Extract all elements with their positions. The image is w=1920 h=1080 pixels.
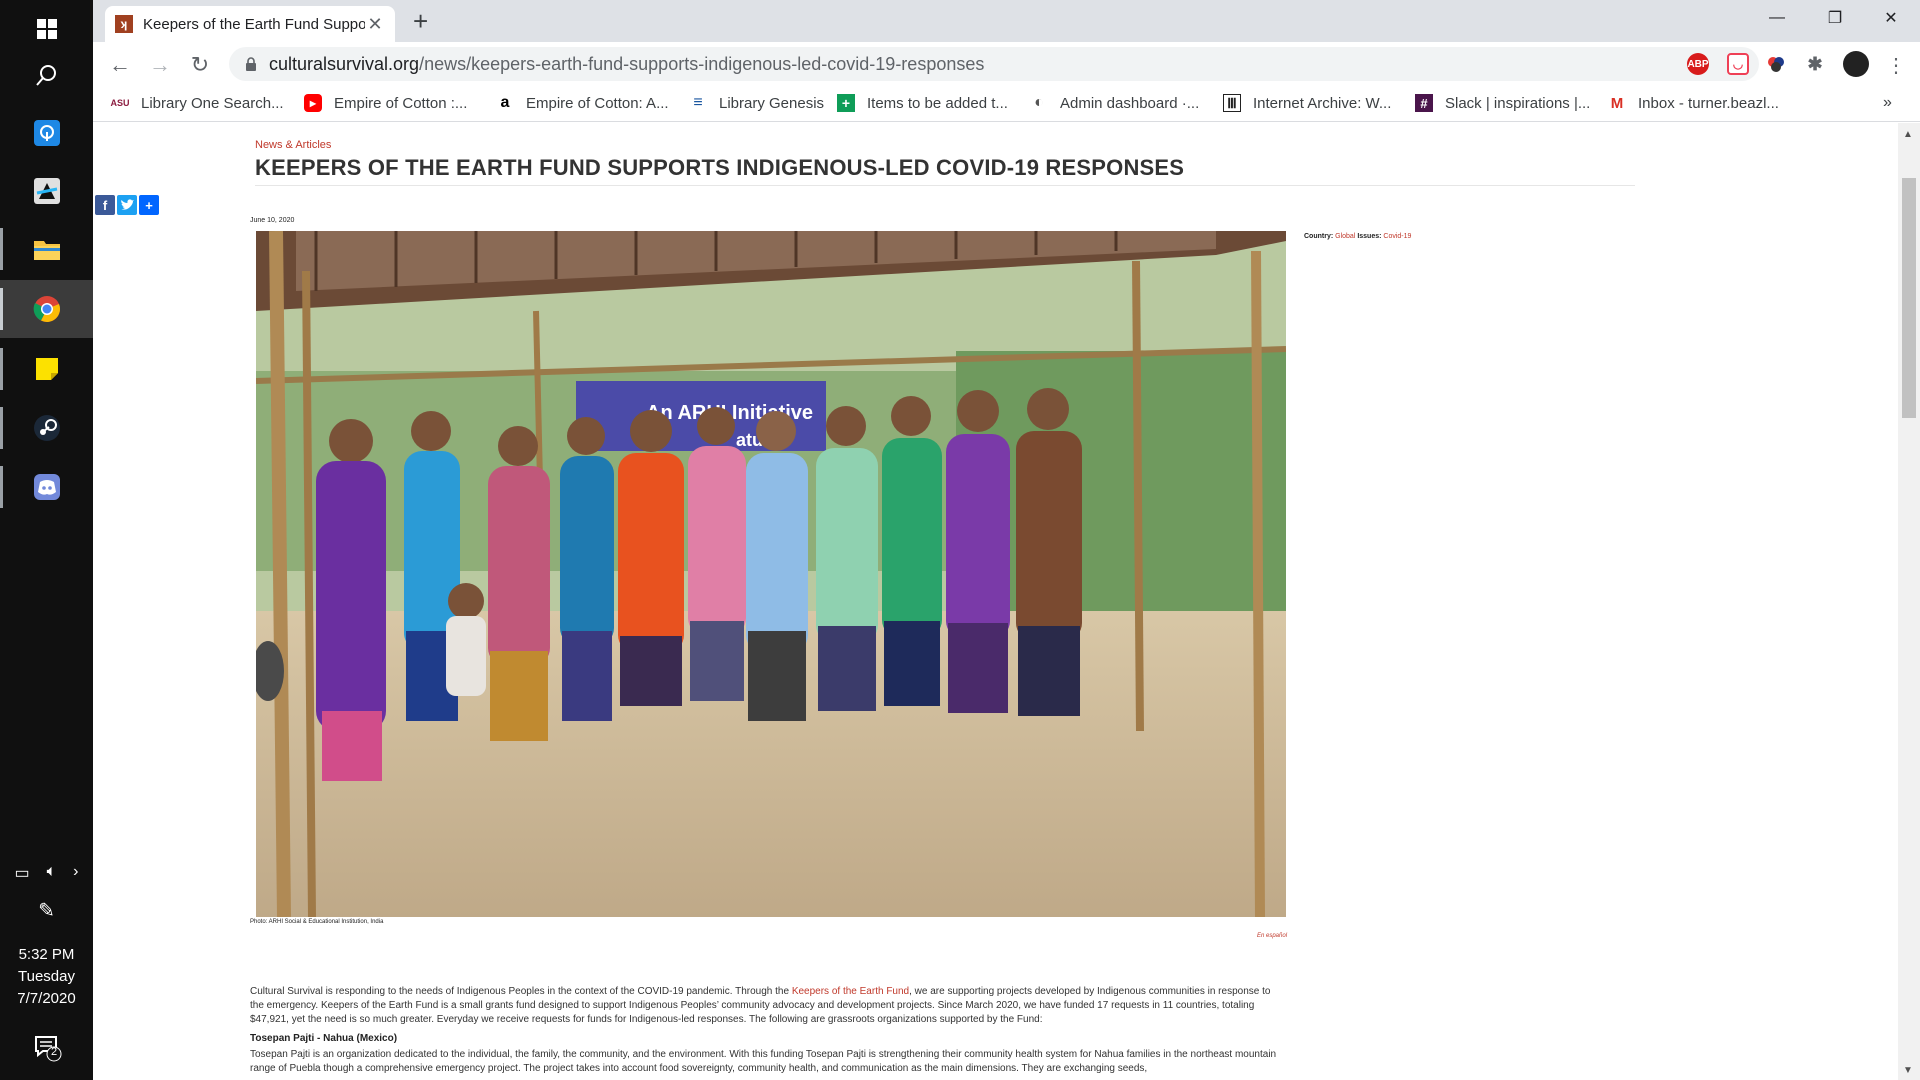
pocket-icon[interactable]: ◡ [1727,53,1749,75]
bookmark-label: Admin dashboard ·... [1060,94,1200,112]
paragraph-text: Cultural Survival is responding to the n… [250,986,792,997]
close-tab-icon[interactable]: ✕ [365,14,385,35]
photo-scene: An ARHI Initiative atur [256,231,1286,917]
bookmark-label: Empire of Cotton: A... [526,94,669,112]
clock-date: 7/7/2020 [17,990,76,1007]
facebook-icon[interactable]: f [95,195,115,215]
clock-day: Tuesday [18,968,75,985]
tab-title: Keepers of the Earth Fund Suppo [143,15,365,33]
reload-icon[interactable]: ↻ [187,52,213,78]
avatar[interactable] [1843,51,1869,77]
article-photo: An ARHI Initiative atur [256,231,1286,917]
adblock-plus-icon[interactable]: ABP [1687,53,1709,75]
issues-label: Issues: [1357,233,1382,240]
address-bar[interactable]: culturalsurvival.org/news/keepers-earth-… [229,47,1759,81]
scroll-down-icon[interactable]: ▼ [1903,1065,1913,1076]
bookmark-label: Library One Search... [141,94,284,112]
scroll-up-icon[interactable]: ▲ [1903,129,1913,140]
extension-icon[interactable] [1765,53,1787,75]
bookmark-label: Inbox - turner.beazl... [1638,94,1779,112]
chevron-right-icon[interactable]: › [73,863,78,883]
bookmark-item[interactable]: ▶ Empire of Cotton :... [304,94,467,112]
article-meta: Country: Global Issues: Covid-19 [1304,233,1411,240]
spanish-link[interactable]: En español [1257,933,1287,939]
action-center-icon[interactable]: 2 [34,1034,62,1062]
system-tray: ▭ 🔈︎ › [0,863,93,883]
web-page: News & Articles KEEPERS OF THE EARTH FUN… [93,123,1898,1080]
bookmark-label: Slack | inspirations |... [1445,94,1591,112]
tab-active[interactable]: ʞ Keepers of the Earth Fund Suppo ✕ [105,6,395,42]
clock-time: 5:32 PM [18,946,75,963]
amazon-icon: a [500,94,510,111]
volume-icon[interactable]: 🔈︎ [47,863,57,883]
photo-caption: Photo: ARHI Social & Educational Institu… [250,919,384,925]
browser-toolbar: ← → ↻ culturalsurvival.org/news/keepers-… [93,42,1920,86]
bookmarks-bar: ASU Library One Search... ▶ Empire of Co… [93,86,1920,122]
article-kicker[interactable]: News & Articles [255,139,331,151]
bookmark-item[interactable]: a Empire of Cotton: A... [496,94,669,112]
org-title: Tosepan Pajti - Nahua (Mexico) [250,1033,398,1044]
file-explorer-icon[interactable] [0,220,93,278]
tab-strip: ʞ Keepers of the Earth Fund Suppo ✕ + — … [93,0,1920,42]
remote-desktop-icon[interactable] [0,104,93,162]
bookmark-item[interactable]: ≡ Library Genesis [689,94,824,112]
org-paragraph: Tosepan Pajti is an organization dedicat… [250,1049,1277,1074]
app-icon[interactable] [0,162,93,220]
twitter-icon[interactable] [117,195,137,215]
bookmark-item[interactable]: + Items to be added t... [837,94,1008,112]
page-title: KEEPERS OF THE EARTH FUND SUPPORTS INDIG… [255,155,1185,180]
restore-button[interactable]: ❐ [1807,0,1863,36]
site-favicon-icon: ʞ [115,15,133,33]
windows-taskbar: ▭ 🔈︎ › ✎ 5:32 PM Tuesday 7/7/2020 2 [0,0,93,1080]
url-path: /news/keepers-earth-fund-supports-indige… [419,53,985,74]
asu-icon: ASU [110,98,130,108]
country-label: Country: [1304,233,1334,240]
minimize-button[interactable]: — [1749,0,1805,36]
clock[interactable]: 5:32 PM Tuesday 7/7/2020 [0,944,93,1010]
slack-icon: # [1415,94,1433,112]
url-host: culturalsurvival.org [269,53,420,74]
battery-icon[interactable]: ▭ [14,863,29,883]
puzzle-icon[interactable]: ✱ [1804,53,1826,75]
sticky-notes-icon[interactable] [0,340,93,398]
close-window-button[interactable]: ✕ [1863,0,1919,36]
sheets-icon: + [837,94,855,112]
search-icon[interactable] [0,46,93,104]
bookmark-item[interactable]: ◐ Admin dashboard ·... [1030,94,1199,112]
issues-link[interactable]: Covid-19 [1383,233,1411,240]
publish-date: June 10, 2020 [250,217,295,224]
chrome-icon[interactable] [0,280,93,338]
more-bookmarks-icon[interactable]: » [1883,94,1892,112]
lock-icon[interactable] [245,56,257,72]
scroll-thumb[interactable] [1902,178,1916,418]
back-icon[interactable]: ← [107,52,133,78]
divider [255,185,1635,186]
gmail-icon: M [1610,94,1624,112]
bookmark-label: Library Genesis [719,94,825,112]
share-plus-icon[interactable]: + [139,195,159,215]
keepers-fund-link[interactable]: Keepers of the Earth Fund [792,986,909,997]
page-scrollbar[interactable]: ▲ ▼ [1898,123,1920,1080]
bookmark-label: Internet Archive: W... [1253,94,1392,112]
library-genesis-icon: ≡ [693,94,703,111]
intro-paragraph: Cultural Survival is responding to the n… [250,985,1280,1027]
discord-icon[interactable] [0,458,93,516]
bookmark-item[interactable]: Ⅲ Internet Archive: W... [1223,94,1391,112]
forward-icon[interactable]: → [147,52,173,78]
bookmark-item[interactable]: ASU Library One Search... [111,94,284,112]
country-link[interactable]: Global [1335,233,1355,240]
bookmark-item[interactable]: # Slack | inspirations |... [1415,94,1590,112]
bookmark-label: Items to be added t... [867,94,1008,112]
menu-icon[interactable]: ⋮ [1883,52,1909,78]
bookmark-item[interactable]: M Inbox - turner.beazl... [1608,94,1779,112]
internet-archive-icon: Ⅲ [1223,94,1241,112]
share-buttons: f + [95,195,159,215]
pen-icon[interactable]: ✎ [0,898,93,923]
new-tab-button[interactable]: + [413,8,428,34]
youtube-icon: ▶ [304,94,322,112]
notification-count: 2 [50,1046,58,1058]
bookmark-label: Empire of Cotton :... [334,94,468,112]
steam-icon[interactable] [0,399,93,457]
globe-icon: ◐ [1034,94,1044,111]
